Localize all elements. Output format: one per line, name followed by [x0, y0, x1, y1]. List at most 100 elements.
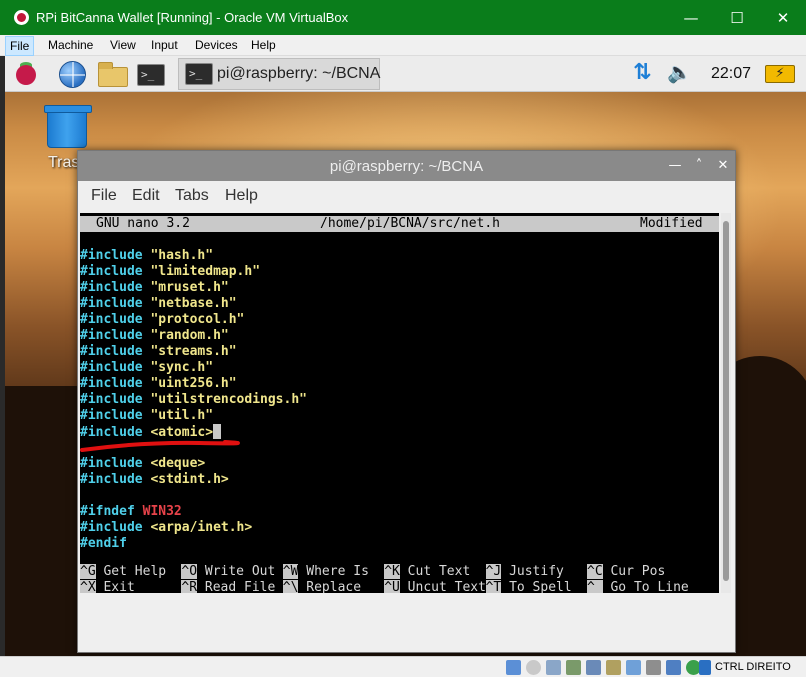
include-argument: WIN32: [142, 504, 182, 519]
terminal-icon[interactable]: >_: [135, 59, 165, 89]
terminal-menu-file[interactable]: File: [91, 187, 117, 205]
vbox-titlebar[interactable]: RPi BitCanna Wallet [Running] - Oracle V…: [0, 0, 806, 35]
terminal-maximize-button[interactable]: ˄: [690, 157, 708, 175]
code-line[interactable]: #include "limitedmap.h": [80, 264, 260, 280]
scrollbar-thumb[interactable]: [723, 221, 729, 581]
shortcut-key: ^K: [384, 564, 400, 579]
battery-power-icon[interactable]: ⚡: [765, 65, 795, 83]
nano-editor-screen[interactable]: GNU nano 3.2 /home/pi/BCNA/src/net.h Mod…: [80, 213, 719, 593]
preprocessor-directive: #include: [80, 425, 143, 440]
vbox-menu-view[interactable]: View: [110, 38, 136, 52]
include-argument: "hash.h": [150, 248, 214, 263]
code-line[interactable]: #include <atomic>: [80, 424, 222, 440]
include-argument: "random.h": [150, 328, 229, 343]
shortcut-key: ^X: [80, 580, 96, 593]
vbox-menu-devices[interactable]: Devices: [195, 38, 238, 52]
shortcut-label: Exit: [95, 580, 135, 593]
code-line[interactable]: #include <deque>: [80, 456, 205, 472]
code-line[interactable]: #ifndef WIN32: [80, 504, 182, 520]
display-icon[interactable]: [626, 660, 641, 675]
code-line[interactable]: #include "uint256.h": [80, 376, 237, 392]
virtualbox-app-icon: [14, 10, 29, 25]
code-line[interactable]: #include "protocol.h": [80, 312, 244, 328]
shortcut-key: ^J: [485, 564, 502, 579]
code-line[interactable]: #include "mruset.h": [80, 280, 229, 296]
nano-version: GNU nano 3.2: [96, 216, 190, 231]
preprocessor-directive: #include: [80, 248, 143, 263]
maximize-button[interactable]: ☐: [714, 0, 760, 35]
nano-shortcut: ^T To Spell: [485, 580, 572, 593]
preprocessor-directive: #include: [80, 360, 143, 375]
network-adapter-icon[interactable]: [566, 660, 581, 675]
terminal-close-button[interactable]: ✕: [714, 157, 732, 175]
taskbar-task-label: pi@raspberry: ~/BCNA: [217, 65, 381, 82]
video-capture-icon[interactable]: [646, 660, 661, 675]
terminal-scrollbar[interactable]: [721, 213, 731, 593]
code-line[interactable]: #include "util.h": [80, 408, 213, 424]
keyboard-capture-icon[interactable]: [699, 660, 711, 675]
include-argument: "uint256.h": [150, 376, 237, 391]
shortcut-key: ^_: [587, 580, 603, 593]
vbox-menu-help[interactable]: Help: [251, 38, 276, 52]
code-line[interactable]: #include "netbase.h": [80, 296, 237, 312]
panel-clock[interactable]: 22:07: [711, 65, 751, 83]
terminal-titlebar[interactable]: pi@raspberry: ~/BCNA — ˄ ✕: [78, 151, 735, 181]
raspberry-menu-icon[interactable]: [11, 59, 41, 89]
preprocessor-directive: #include: [80, 264, 143, 279]
nano-shortcut: ^\ Replace: [282, 580, 362, 593]
preprocessor-directive: #include: [80, 408, 143, 423]
nano-shortcut: ^K Cut Text: [384, 564, 470, 580]
shortcut-key: ^U: [384, 580, 400, 593]
taskbar-task-terminal[interactable]: >_ pi@raspberry: ~/BCNA: [178, 58, 380, 90]
preprocessor-directive: #include: [80, 328, 143, 343]
terminal-menu-tabs[interactable]: Tabs: [175, 187, 209, 205]
nano-shortcut: ^_ Go To Line: [587, 580, 689, 593]
shortcut-key: ^W: [282, 564, 299, 579]
vbox-menu-input[interactable]: Input: [151, 38, 178, 52]
vbox-menubar: File Machine View Input Devices Help: [0, 35, 806, 56]
preprocessor-directive: #include: [80, 392, 143, 407]
globe-icon[interactable]: [57, 59, 87, 89]
vbox-menu-file[interactable]: File: [5, 36, 35, 56]
include-argument: <atomic>: [150, 425, 214, 440]
terminal-window[interactable]: pi@raspberry: ~/BCNA — ˄ ✕ File Edit Tab…: [77, 150, 736, 653]
shortcut-key: ^\: [282, 580, 299, 593]
nano-shortcut: ^C Cur Pos: [587, 564, 665, 580]
include-argument: "streams.h": [150, 344, 237, 359]
nano-file-path: /home/pi/BCNA/src/net.h: [320, 216, 501, 231]
volume-icon[interactable]: 🔈: [667, 60, 693, 88]
shared-folders-icon[interactable]: [606, 660, 621, 675]
close-button[interactable]: ✕: [760, 0, 806, 35]
preprocessor-directive: #endif: [80, 536, 127, 551]
nano-shortcut: ^X Exit: [80, 580, 135, 593]
code-line[interactable]: #include "streams.h": [80, 344, 237, 360]
code-line[interactable]: #endif: [80, 536, 135, 552]
include-argument: <arpa/inet.h>: [150, 520, 253, 535]
code-line[interactable]: #include "utilstrencodings.h": [80, 392, 307, 408]
terminal-menu-help[interactable]: Help: [225, 187, 258, 205]
text-cursor: [213, 424, 222, 439]
nano-shortcut: ^U Uncut Text: [384, 580, 486, 593]
folder-icon[interactable]: [97, 59, 128, 89]
preprocessor-directive: #include: [80, 376, 143, 391]
shortcut-key: ^G: [80, 564, 96, 579]
terminal-minimize-button[interactable]: —: [666, 157, 684, 175]
terminal-menu-edit[interactable]: Edit: [132, 187, 160, 205]
code-line[interactable]: #include "hash.h": [80, 248, 213, 264]
audio-icon[interactable]: [546, 660, 561, 675]
network-arrows-icon[interactable]: ⇅: [633, 60, 657, 88]
guest-additions-icon[interactable]: [666, 660, 681, 675]
shortcut-label: Replace: [298, 580, 362, 593]
include-argument: "utilstrencodings.h": [150, 392, 307, 407]
minimize-button[interactable]: —: [668, 0, 714, 35]
code-line[interactable]: #include <stdint.h>: [80, 472, 229, 488]
vbox-menu-machine[interactable]: Machine: [48, 38, 93, 52]
usb-icon[interactable]: [586, 660, 601, 675]
optical-drive-icon[interactable]: [526, 660, 541, 675]
nano-shortcut: ^G Get Help: [80, 564, 166, 580]
code-line[interactable]: #include <arpa/inet.h>: [80, 520, 252, 536]
hard-disk-icon[interactable]: [506, 660, 521, 675]
code-line[interactable]: #include "random.h": [80, 328, 229, 344]
shortcut-label: Get Help: [95, 564, 167, 579]
code-line[interactable]: #include "sync.h": [80, 360, 213, 376]
